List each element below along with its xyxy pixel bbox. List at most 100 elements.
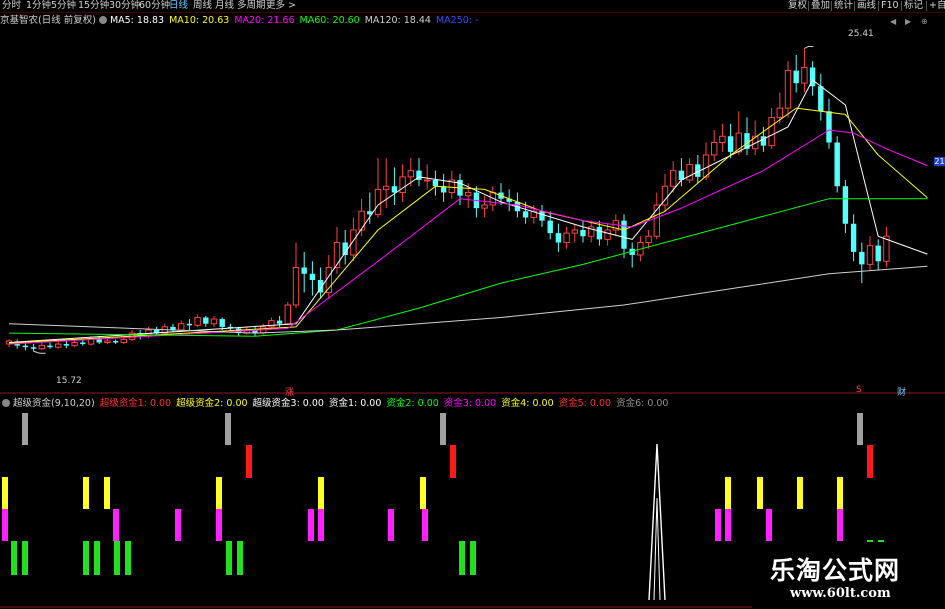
high-marker	[804, 45, 814, 49]
watermark-url: www.60lt.com	[790, 586, 891, 601]
indicator-spike-inner	[653, 497, 658, 601]
indicator-bar-yellow	[83, 477, 89, 509]
candle-body-up	[604, 229, 611, 240]
indicator-bar-yellow	[104, 477, 110, 509]
candle-body-down	[186, 323, 193, 326]
candle-body-down	[842, 186, 849, 224]
indicator-bar-magenta	[308, 509, 314, 541]
ma-line-ma5	[8, 79, 928, 343]
candle-body-down	[834, 142, 840, 187]
candle-body-up	[374, 188, 382, 215]
watermark: 乐淘公式网 www.60lt.com	[752, 542, 945, 609]
candle-body-down	[276, 320, 283, 324]
candle-body-up	[686, 163, 693, 181]
candle-body-down	[555, 233, 562, 243]
candle-body-down	[22, 345, 29, 348]
indicator-bar-gray	[225, 413, 231, 445]
candle-body-up	[120, 338, 127, 343]
indicator-bar-magenta	[725, 509, 731, 541]
s-tag: S	[856, 385, 862, 395]
candle-body-up	[866, 245, 874, 265]
indicator-bar-red	[450, 445, 456, 478]
candle-body-up	[711, 142, 718, 156]
indicator-bar-green	[114, 541, 120, 575]
candle-body-up	[719, 135, 726, 143]
indicator-bar-green	[22, 541, 28, 575]
candle-body-up	[178, 323, 185, 331]
low-marker	[33, 350, 46, 354]
candle-body-down	[301, 267, 307, 274]
candle-body-down	[63, 344, 70, 346]
indicator-bar-yellow	[725, 477, 731, 509]
cai-tag: 财	[897, 388, 907, 398]
indicator-bar-red	[867, 445, 873, 478]
indicator-bar-yellow	[837, 477, 843, 509]
indicator-bar-yellow	[2, 477, 8, 509]
candle-body-down	[621, 220, 627, 249]
indicator-bar-gray	[440, 413, 446, 445]
candle-body-up	[194, 317, 201, 326]
candle-body-up	[784, 70, 792, 109]
candle-body-down	[539, 211, 545, 221]
candle-body-down	[859, 251, 865, 265]
indicator-bar-yellow	[420, 477, 426, 509]
indicator-bar-red	[246, 445, 252, 478]
candle-body-down	[818, 86, 824, 112]
indicator-bar-magenta	[318, 509, 324, 541]
candle-body-down	[112, 340, 119, 343]
candle-body-down	[793, 70, 799, 84]
indicator-bar-green	[226, 541, 232, 575]
candle-body-up	[702, 154, 710, 178]
candle-body-up	[801, 67, 808, 84]
candle-body-up	[424, 179, 431, 182]
indicator-bar-green	[94, 541, 100, 575]
candle-body-up	[55, 343, 62, 348]
candle-body-up	[71, 342, 78, 347]
candle-body-down	[727, 136, 734, 152]
candle-body-down	[432, 180, 439, 187]
candle-body-down	[596, 226, 603, 240]
candle-body-up	[571, 229, 578, 234]
candle-body-up	[399, 176, 406, 193]
candle-body-up	[776, 107, 783, 118]
candle-body-up	[465, 192, 472, 197]
candle-body-up	[284, 304, 292, 325]
candle-body-down	[80, 342, 86, 345]
candle-body-down	[47, 345, 53, 348]
candle-body-down	[203, 317, 209, 324]
indicator-bar-green	[459, 541, 465, 575]
indicator-bar-gray	[22, 413, 28, 445]
indicator-bar-green	[125, 541, 131, 575]
indicator-bar-gray	[857, 413, 863, 445]
candle-body-down	[875, 245, 881, 262]
indicator-bar-green	[237, 541, 243, 575]
indicator-bar-yellow	[757, 477, 763, 509]
indicator-bar-magenta	[766, 509, 772, 541]
candle-body-down	[391, 186, 398, 193]
candle-body-down	[30, 347, 37, 349]
right-price-tag: 21	[934, 157, 945, 166]
indicator-bar-magenta	[113, 509, 119, 541]
high-price-label: 25.41	[848, 29, 874, 39]
candle-body-up	[292, 267, 300, 306]
indicator-bar-yellow	[797, 477, 803, 509]
candle-body-down	[309, 273, 316, 280]
zhang-tag: 涨	[285, 388, 295, 398]
indicator-spike	[648, 443, 666, 601]
kline-chart[interactable]	[0, 0, 945, 609]
indicator-bar-magenta	[388, 509, 394, 541]
ma-line-ma20	[8, 129, 928, 345]
ma-line-ma60	[8, 198, 928, 337]
low-price-label: 15.72	[56, 376, 82, 386]
indicator-bar-magenta	[422, 509, 428, 541]
indicator-bar-green	[83, 541, 89, 575]
indicator-bar-green	[470, 541, 476, 575]
candle-body-up	[38, 345, 45, 350]
candle-body-up	[104, 340, 111, 343]
candle-body-up	[383, 185, 390, 190]
candle-body-down	[96, 339, 102, 343]
candle-body-down	[547, 220, 553, 234]
candle-body-up	[407, 170, 415, 178]
ma-line-ma10	[8, 107, 928, 344]
indicator-bar-magenta	[175, 509, 181, 541]
